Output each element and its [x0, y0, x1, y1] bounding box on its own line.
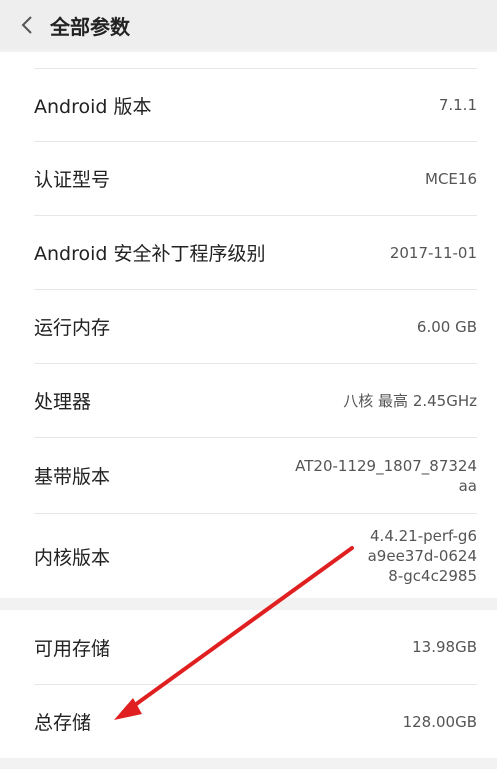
- row-value: MCE16: [425, 169, 477, 188]
- row-value: 八核 最高 2.45GHz: [343, 391, 477, 410]
- row-value: 2017-11-01: [389, 243, 477, 262]
- row-processor[interactable]: 处理器 八核 最高 2.45GHz: [34, 364, 477, 438]
- row-value: 128.00GB: [402, 712, 477, 731]
- storage-group: 可用存储 13.98GB 总存储 128.00GB: [0, 610, 497, 758]
- row-android-version[interactable]: Android 版本 7.1.1: [34, 69, 477, 142]
- row-label: Android 版本: [34, 95, 152, 118]
- row-label: Android 安全补丁程序级别: [34, 243, 266, 265]
- row-value: AT20-1129_1807_87324aa: [295, 456, 477, 495]
- app-header: 全部参数: [0, 0, 497, 50]
- row-value: 7.1.1: [438, 96, 477, 114]
- row-label: 基带版本: [34, 466, 111, 488]
- row-ram[interactable]: 运行内存 6.00 GB: [34, 290, 477, 364]
- row-security-patch[interactable]: Android 安全补丁程序级别 2017-11-01: [34, 216, 477, 290]
- row-label: 内核版本: [34, 546, 111, 569]
- back-button[interactable]: [18, 16, 36, 34]
- row-baseband[interactable]: 基带版本 AT20-1129_1807_87324aa: [34, 438, 477, 514]
- params-group: Android 版本 7.1.1 认证型号 MCE16 Android 安全补丁…: [0, 52, 497, 598]
- row-total-storage[interactable]: 总存储 128.00GB: [34, 685, 477, 758]
- row-label: 可用存储: [34, 637, 111, 660]
- row-label: 运行内存: [34, 317, 111, 339]
- row-model[interactable]: 认证型号 MCE16: [34, 142, 477, 216]
- page-title: 全部参数: [50, 14, 130, 39]
- row-label: 认证型号: [34, 169, 111, 191]
- row-label: 总存储: [34, 712, 92, 734]
- row-value: 13.98GB: [412, 638, 477, 656]
- row-label: 处理器: [34, 391, 92, 413]
- row-value: 6.00 GB: [416, 317, 477, 336]
- back-chevron-icon: [21, 16, 32, 34]
- row-available-storage[interactable]: 可用存储 13.98GB: [34, 610, 477, 685]
- row-kernel[interactable]: 内核版本 4.4.21-perf-g6a9ee37d-06248-gc4c298…: [34, 514, 477, 598]
- row-value: 4.4.21-perf-g6a9ee37d-06248-gc4c2985: [367, 527, 477, 585]
